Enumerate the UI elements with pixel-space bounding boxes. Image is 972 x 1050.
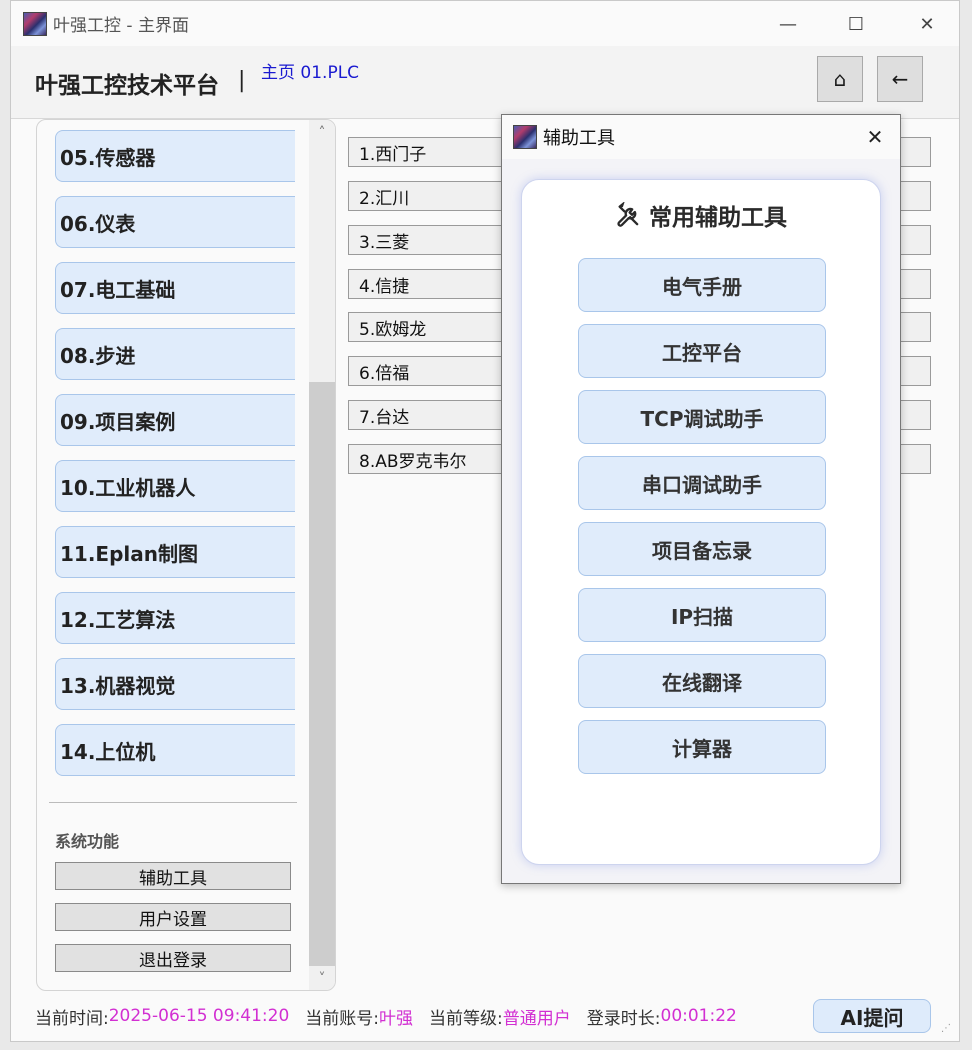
window-title: 叶强工控 - 主界面 bbox=[53, 16, 189, 36]
sidebar-item-industrial-robot[interactable]: 10.工业机器人 bbox=[55, 460, 295, 512]
scroll-thumb[interactable] bbox=[309, 382, 335, 966]
tool-serial-debugger-button[interactable]: 串口调试助手 bbox=[578, 456, 826, 510]
tool-control-platform-button[interactable]: 工控平台 bbox=[578, 324, 826, 378]
back-button[interactable]: ← bbox=[877, 56, 923, 102]
sidebar: 05.传感器 06.仪表 07.电工基础 08.步进 09.项目案例 10.工业… bbox=[36, 119, 336, 991]
home-button[interactable]: ⌂ bbox=[817, 56, 863, 102]
card-title: 常用辅助工具 bbox=[522, 198, 880, 232]
status-bar: 当前时间: 2025-06-15 09:41:20 当前账号: 叶强 当前等级:… bbox=[11, 991, 959, 1041]
time-label: 当前时间: bbox=[35, 1008, 109, 1029]
sidebar-item-project-cases[interactable]: 09.项目案例 bbox=[55, 394, 295, 446]
sidebar-item-stepper[interactable]: 08.步进 bbox=[55, 328, 295, 380]
account-value: 叶强 bbox=[379, 1008, 414, 1029]
scroll-down-icon[interactable]: ˅ bbox=[309, 966, 335, 990]
tool-ip-scan-button[interactable]: IP扫描 bbox=[578, 588, 826, 642]
maximize-button[interactable]: ☐ bbox=[833, 7, 879, 41]
platform-title: 叶强工控技术平台 bbox=[35, 73, 219, 99]
tools-icon bbox=[617, 200, 639, 227]
logout-button[interactable]: 退出登录 bbox=[55, 944, 291, 972]
sidebar-scrollbar[interactable]: ˄ ˅ bbox=[309, 120, 335, 990]
tools-card: 常用辅助工具 电气手册 工控平台 TCP调试助手 串口调试助手 项目备忘录 IP… bbox=[521, 179, 881, 865]
dialog-title-bar[interactable]: 辅助工具 ✕ bbox=[502, 115, 900, 159]
dialog-logo-icon bbox=[513, 125, 537, 149]
header: 叶强工控技术平台 | 主页 01.PLC ⌂ ← bbox=[11, 46, 959, 119]
system-functions-label: 系统功能 bbox=[55, 832, 120, 851]
title-bar[interactable]: 叶强工控 - 主界面 — ☐ ✕ bbox=[11, 1, 959, 46]
breadcrumb: 主页 01.PLC bbox=[261, 63, 360, 83]
card-title-text: 常用辅助工具 bbox=[649, 205, 787, 231]
tool-online-translate-button[interactable]: 在线翻译 bbox=[578, 654, 826, 708]
level-label: 当前等级: bbox=[429, 1008, 503, 1029]
account-label: 当前账号: bbox=[305, 1008, 380, 1029]
sidebar-item-electrical-basics[interactable]: 07.电工基础 bbox=[55, 262, 295, 314]
sidebar-item-host-computer[interactable]: 14.上位机 bbox=[55, 724, 295, 776]
level-value: 普通用户 bbox=[502, 1008, 571, 1029]
app-logo-icon bbox=[23, 11, 47, 36]
back-arrow-icon: ← bbox=[891, 67, 909, 91]
aux-tools-dialog: 辅助工具 ✕ 常用辅助工具 电气手册 工控平台 TCP调试助手 串口调试助手 项… bbox=[501, 114, 901, 884]
tool-electrical-manual-button[interactable]: 电气手册 bbox=[578, 258, 826, 312]
sidebar-item-process-algorithm[interactable]: 12.工艺算法 bbox=[55, 592, 295, 644]
tool-calculator-button[interactable]: 计算器 bbox=[578, 720, 826, 774]
sidebar-item-machine-vision[interactable]: 13.机器视觉 bbox=[55, 658, 295, 710]
title-separator: | bbox=[238, 68, 246, 93]
duration-value: 00:01:22 bbox=[660, 1006, 737, 1026]
sidebar-item-eplan[interactable]: 11.Eplan制图 bbox=[55, 526, 295, 578]
close-button[interactable]: ✕ bbox=[904, 7, 950, 41]
sidebar-divider bbox=[49, 802, 297, 803]
user-settings-button[interactable]: 用户设置 bbox=[55, 903, 291, 931]
time-value: 2025-06-15 09:41:20 bbox=[108, 1006, 290, 1026]
ai-ask-button[interactable]: AI提问 bbox=[813, 999, 931, 1033]
dialog-title: 辅助工具 bbox=[543, 128, 615, 149]
sidebar-item-instruments[interactable]: 06.仪表 bbox=[55, 196, 295, 248]
dialog-close-button[interactable]: ✕ bbox=[857, 121, 893, 153]
home-icon: ⌂ bbox=[833, 67, 847, 91]
tool-project-memo-button[interactable]: 项目备忘录 bbox=[578, 522, 826, 576]
resize-grip-icon[interactable]: ⋰ bbox=[941, 1023, 955, 1037]
minimize-button[interactable]: — bbox=[765, 7, 811, 41]
tool-tcp-debugger-button[interactable]: TCP调试助手 bbox=[578, 390, 826, 444]
aux-tools-button[interactable]: 辅助工具 bbox=[55, 862, 291, 890]
scroll-up-icon[interactable]: ˄ bbox=[309, 120, 335, 146]
sidebar-item-sensors[interactable]: 05.传感器 bbox=[55, 130, 295, 182]
duration-label: 登录时长: bbox=[586, 1008, 661, 1029]
